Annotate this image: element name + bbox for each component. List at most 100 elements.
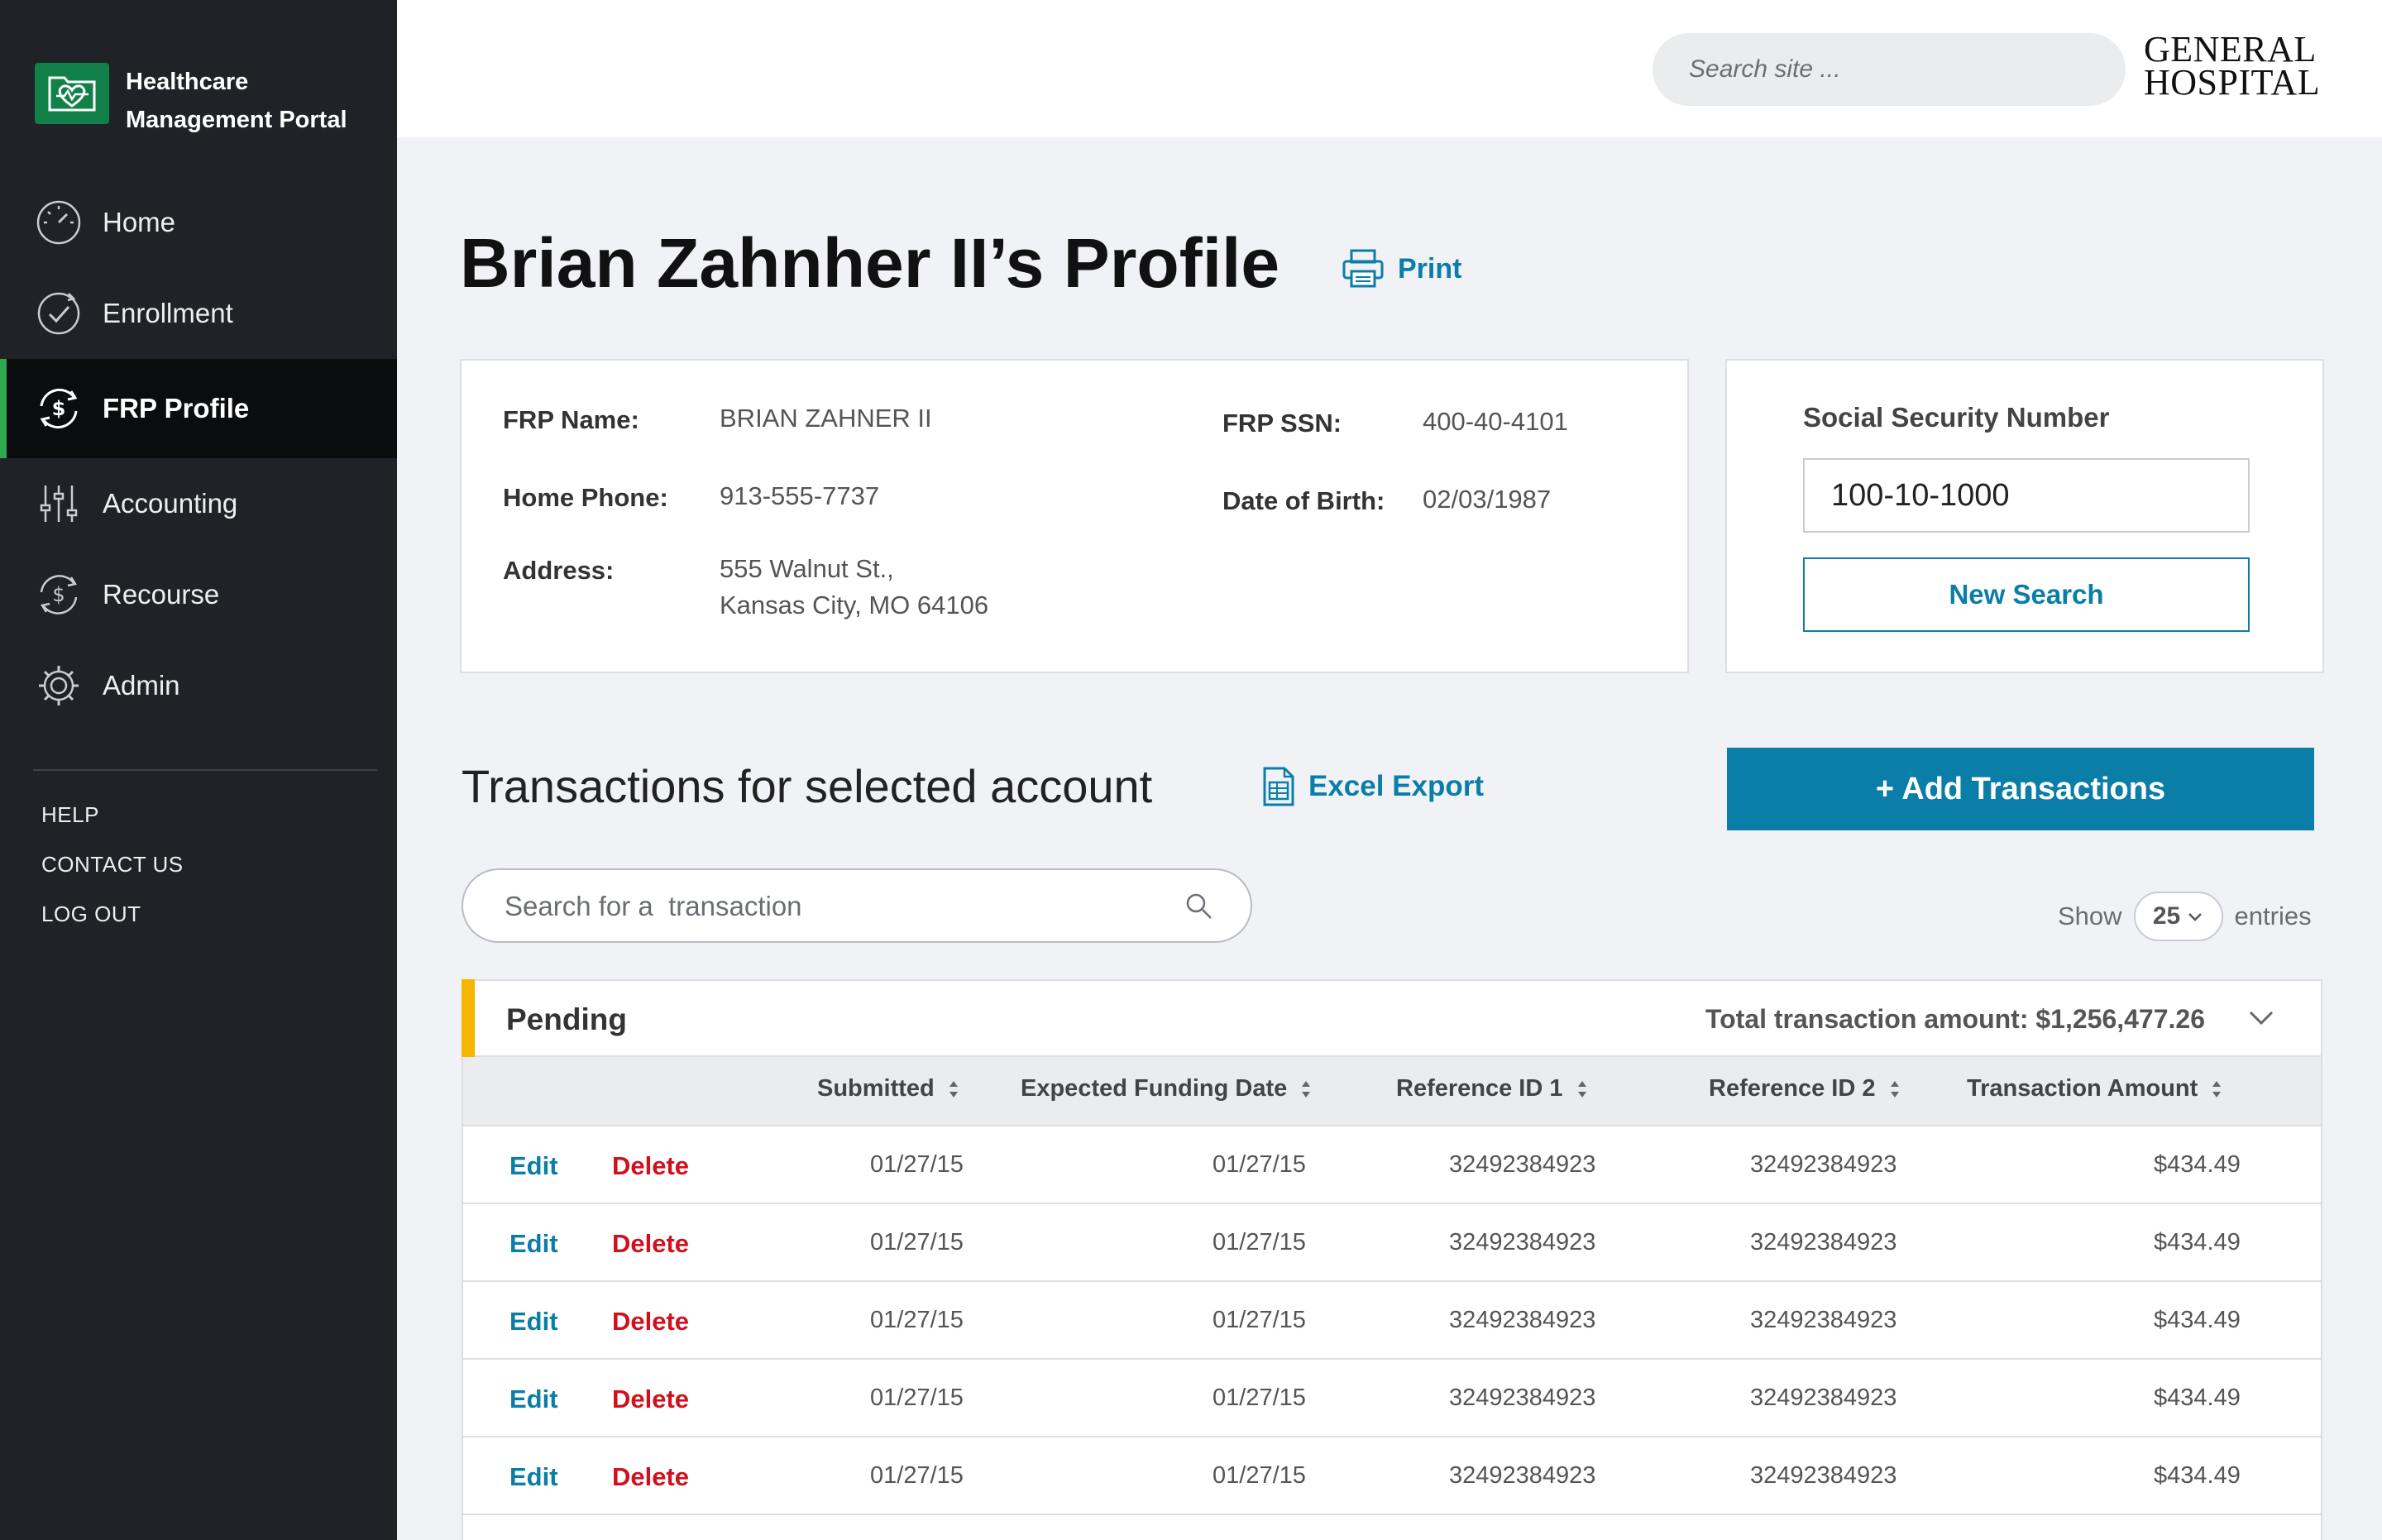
table-row: Edit Delete 01/27/15 01/27/15 3249238492… — [463, 1437, 2321, 1515]
column-header-reference-id-1[interactable]: Reference ID 1 — [1396, 1075, 1588, 1102]
print-button[interactable]: Print — [1342, 248, 1461, 289]
frp-name-label: FRP Name: — [503, 405, 639, 434]
edit-link[interactable]: Edit — [509, 1229, 558, 1259]
dob-value: 02/03/1987 — [1423, 485, 1552, 514]
frp-ssn-label: FRP SSN: — [1222, 409, 1342, 438]
site-search-input[interactable] — [1653, 33, 2126, 106]
sidebar-footer-links: HELP CONTACT US LOG OUT — [41, 790, 184, 939]
submitted-cell: 01/27/15 — [870, 1307, 964, 1333]
delete-link[interactable]: Delete — [612, 1385, 689, 1414]
amount-cell: $434.49 — [2154, 1151, 2241, 1178]
profile-card: FRP Name: BRIAN ZAHNER II Home Phone: 91… — [460, 359, 1689, 673]
check-circle-icon — [35, 289, 83, 337]
address-line2: Kansas City, MO 64106 — [720, 591, 989, 619]
amount-cell: $434.49 — [2154, 1462, 2241, 1489]
sidebar-item-enrollment[interactable]: Enrollment — [0, 268, 397, 359]
brand-title-line1: Healthcare — [126, 69, 249, 95]
sidebar-item-label: FRP Profile — [103, 393, 250, 423]
table-row: Edit Delete 01/27/15 01/27/15 3249238492… — [463, 1282, 2321, 1360]
log-out-link[interactable]: LOG OUT — [41, 889, 184, 939]
svg-text:$: $ — [52, 583, 65, 606]
address-label: Address: — [503, 556, 615, 585]
printer-icon — [1342, 249, 1384, 288]
general-hospital-logo[interactable]: GENERAL HOSPITAL — [2144, 31, 2320, 101]
sidebar-item-frp-profile[interactable]: $ FRP Profile — [0, 359, 397, 458]
dob-label: Date of Birth: — [1222, 486, 1385, 515]
funding-date-cell: 01/27/15 — [1213, 1151, 1306, 1178]
sort-icon — [1889, 1079, 1901, 1099]
print-label: Print — [1398, 252, 1462, 285]
sidebar-nav: Home Enrollment $ FRP Profile Accounting… — [0, 177, 397, 731]
funding-date-cell: 01/27/15 — [1213, 1229, 1306, 1255]
edit-link[interactable]: Edit — [509, 1385, 558, 1414]
delete-link[interactable]: Delete — [612, 1462, 689, 1492]
sidebar-item-label: Recourse — [103, 579, 220, 610]
reference-id-1-cell: 32492384923 — [1449, 1307, 1596, 1333]
sidebar-item-label: Accounting — [103, 488, 238, 519]
chevron-down-icon — [2188, 913, 2203, 921]
reference-id-2-cell: 32492384923 — [1750, 1307, 1897, 1333]
help-link[interactable]: HELP — [41, 790, 184, 839]
column-header-submitted[interactable]: Submitted — [817, 1075, 959, 1102]
submitted-cell: 01/27/15 — [870, 1151, 964, 1178]
delete-link[interactable]: Delete — [612, 1151, 689, 1181]
sidebar-item-label: Enrollment — [103, 298, 233, 328]
search-icon[interactable] — [1184, 892, 1214, 925]
delete-link[interactable]: Delete — [612, 1307, 689, 1337]
dollar-cycle-icon: $ — [35, 385, 83, 433]
entries-value: 25 — [2152, 902, 2181, 930]
frp-name-value: BRIAN ZAHNER II — [720, 404, 932, 433]
table-row: Edit Delete 01/27/15 01/27/15 3249238492… — [463, 1126, 2321, 1204]
svg-text:$: $ — [52, 397, 66, 420]
sidebar-item-admin[interactable]: Admin — [0, 640, 397, 731]
submitted-cell: 01/27/15 — [870, 1462, 964, 1489]
brand[interactable]: Healthcare Management Portal — [35, 63, 347, 139]
show-entries-control: Show 25 entries — [2058, 892, 2312, 941]
reference-id-2-cell: 32492384923 — [1750, 1151, 1897, 1178]
sidebar-item-recourse[interactable]: $ Recourse — [0, 549, 397, 640]
excel-export-button[interactable]: Excel Export — [1262, 766, 1484, 807]
column-header-expected-funding-date[interactable]: Expected Funding Date — [1021, 1075, 1312, 1102]
delete-link[interactable]: Delete — [612, 1229, 689, 1259]
sliders-icon — [35, 480, 83, 528]
sidebar-item-accounting[interactable]: Accounting — [0, 458, 397, 549]
table-row: Edit Delete 01/27/15 01/27/15 3249238492… — [463, 1360, 2321, 1437]
ssn-input[interactable] — [1803, 458, 2250, 533]
excel-export-label: Excel Export — [1308, 770, 1485, 802]
column-header-transaction-amount[interactable]: Transaction Amount — [1967, 1075, 2222, 1102]
amount-cell: $434.49 — [2154, 1385, 2241, 1411]
address-line1: 555 Walnut St., — [720, 554, 894, 583]
home-phone-value: 913-555-7737 — [720, 481, 880, 510]
add-transactions-button[interactable]: + Add Transactions — [1727, 748, 2314, 830]
edit-link[interactable]: Edit — [509, 1151, 558, 1181]
dollar-cycle-icon: $ — [35, 571, 83, 619]
table-row-partial — [463, 1515, 2321, 1540]
pending-group-header[interactable]: Pending Total transaction amount: $1,256… — [462, 979, 2321, 1057]
contact-us-link[interactable]: CONTACT US — [41, 839, 184, 889]
edit-link[interactable]: Edit — [509, 1462, 558, 1492]
brand-title-line2: Management Portal — [126, 107, 347, 133]
home-phone-label: Home Phone: — [503, 483, 668, 512]
transaction-search-input[interactable] — [505, 887, 1166, 926]
entries-select[interactable]: 25 — [2133, 892, 2223, 941]
submitted-cell: 01/27/15 — [870, 1385, 964, 1411]
edit-link[interactable]: Edit — [509, 1307, 558, 1337]
sidebar: Healthcare Management Portal Home Enroll… — [0, 0, 397, 1540]
heart-monitor-icon — [35, 63, 109, 124]
entries-label: entries — [2234, 902, 2312, 930]
submitted-cell: 01/27/15 — [870, 1229, 964, 1255]
ssn-search-card: Social Security Number New Search — [1725, 359, 2324, 673]
new-search-button[interactable]: New Search — [1803, 557, 2250, 632]
transactions-heading: Transactions for selected account — [462, 760, 1153, 812]
gear-icon — [35, 662, 83, 710]
chevron-down-icon[interactable] — [2248, 1009, 2274, 1031]
sidebar-item-label: Admin — [103, 670, 180, 701]
reference-id-1-cell: 32492384923 — [1449, 1385, 1596, 1411]
reference-id-2-cell: 32492384923 — [1750, 1462, 1897, 1489]
top-bar: GENERAL HOSPITAL — [397, 0, 2382, 137]
table-header: Submitted Expected Funding Date Referenc… — [463, 1057, 2321, 1126]
sidebar-item-home[interactable]: Home — [0, 177, 397, 268]
transaction-search[interactable] — [462, 868, 1252, 943]
column-header-reference-id-2[interactable]: Reference ID 2 — [1709, 1075, 1901, 1102]
sidebar-divider — [33, 769, 377, 771]
